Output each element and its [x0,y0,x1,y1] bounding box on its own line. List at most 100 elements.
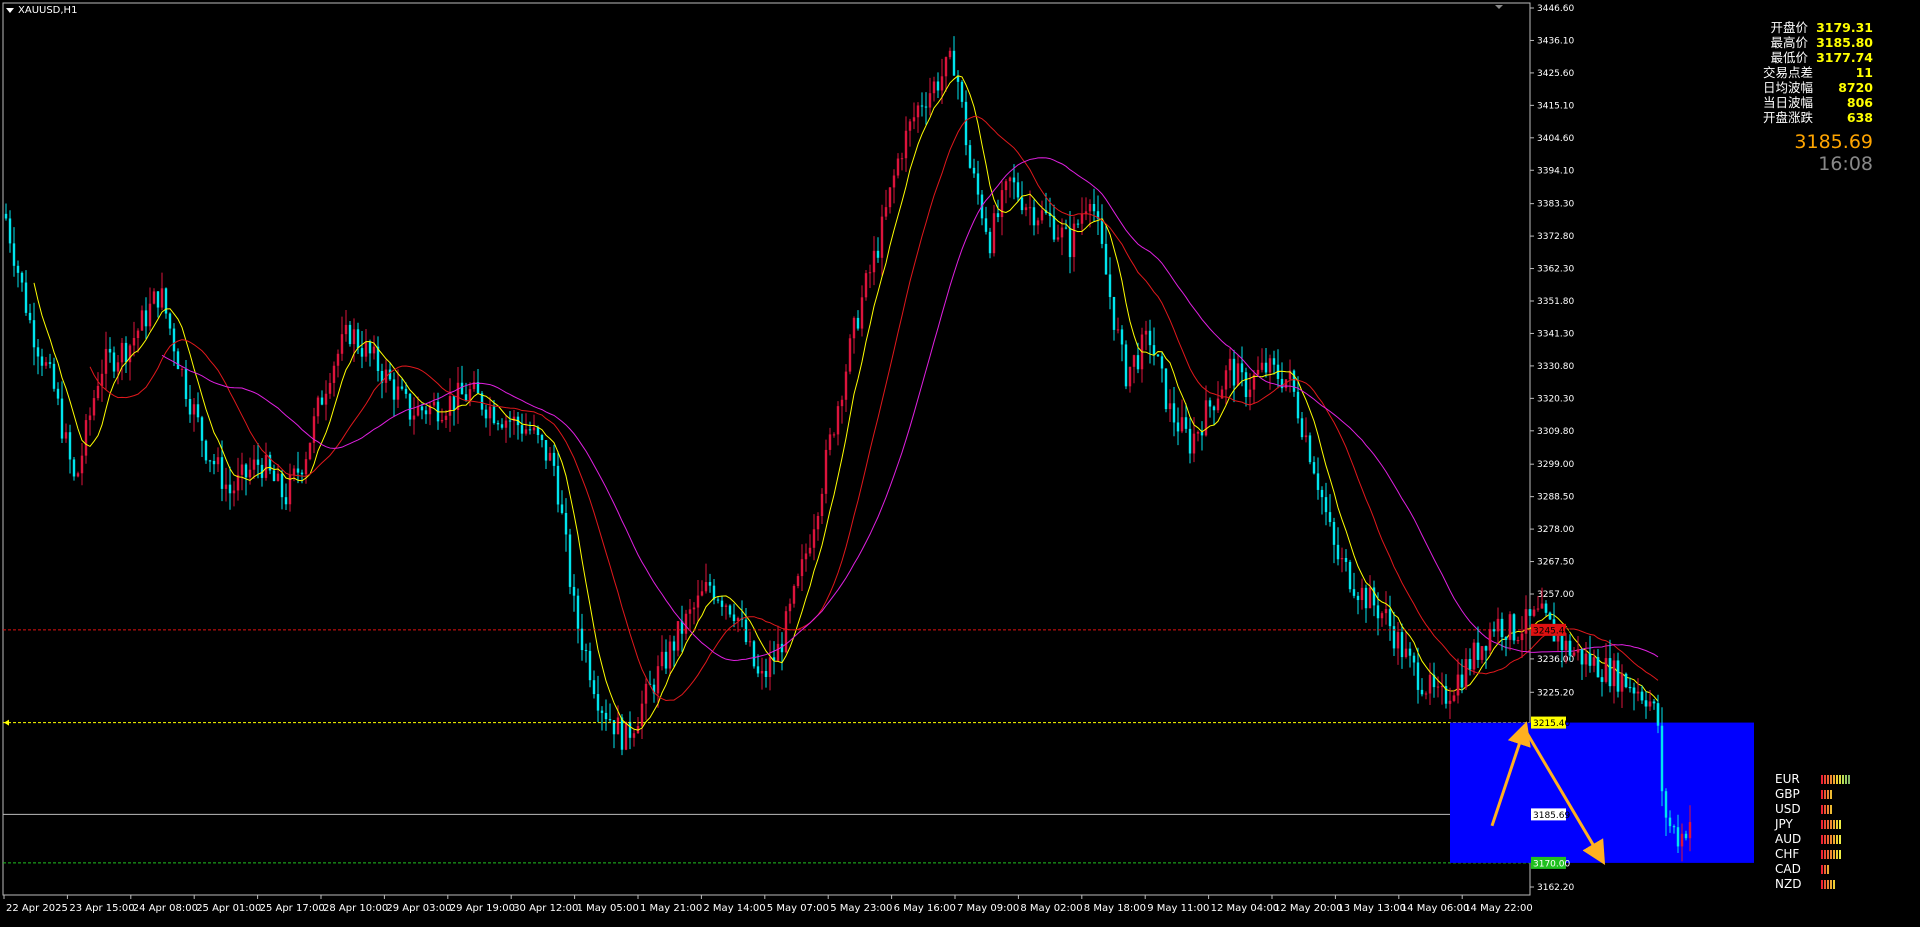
candle-body [668,641,672,669]
strength-bars [1821,880,1835,889]
candle-body [944,57,948,77]
candle-body [1460,674,1464,688]
candle-body [316,397,320,417]
candle-body [1672,826,1676,828]
x-axis-label: 6 May 16:00 [894,903,956,914]
candle-body [1076,223,1080,225]
candle-body [672,641,676,651]
candle-body [664,651,668,669]
candle-body [884,207,888,217]
candle-body [1148,330,1152,346]
candle-body [1280,378,1284,389]
y-axis-label: 3236.00 [1537,655,1574,665]
y-axis-label: 3362.30 [1537,265,1574,275]
candle-body [1272,358,1276,365]
x-axis-label: 5 May 07:00 [767,903,829,914]
candle-body [48,362,52,364]
y-axis-label: 3299.00 [1537,460,1574,470]
x-axis-label: 7 May 09:00 [957,903,1019,914]
candle-body [200,417,204,441]
candle-body [1000,190,1004,218]
candle-body [1232,358,1236,386]
candle-body [308,442,312,460]
candle-body [64,432,68,439]
candle-body [84,420,88,456]
candle-body [1384,609,1388,614]
candle-body [120,342,124,363]
candle-body [1356,595,1360,601]
candle-body [1412,655,1416,663]
candle-body [828,434,832,450]
candle-body [1568,640,1572,656]
candle-body [1504,637,1508,640]
candle-body [644,683,648,704]
strength-bars [1821,805,1832,814]
candle-body [528,429,532,431]
y-axis-label: 3267.50 [1537,558,1574,568]
strength-bars [1821,820,1841,829]
candle-body [1168,403,1172,410]
candle-body [992,213,996,254]
x-axis-label: 12 May 20:00 [1274,903,1343,914]
candle-body [912,117,916,122]
candle-body [12,243,16,266]
ma-mid-line [89,116,1659,701]
candle-body [24,282,28,313]
candle-body [1308,435,1312,463]
candle-body [996,213,1000,218]
candle-body [1292,370,1296,392]
x-axis-label: 14 May 06:00 [1401,903,1470,914]
candle-body [808,547,812,554]
candle-body [1616,660,1620,692]
candle-body [1312,462,1316,474]
candle-body [280,473,284,498]
candle-body [240,464,244,475]
x-axis-label: 8 May 18:00 [1084,903,1146,914]
candle-body [1004,181,1008,191]
candle-body [132,337,136,346]
candle-body [1512,614,1516,641]
candle-body [216,457,220,465]
strength-bars [1821,775,1850,784]
candle-body [520,425,524,434]
info-row: 当日波幅 806 [1762,95,1873,110]
candle-body [1104,243,1108,275]
candle-body [920,105,924,107]
candle-body [1180,417,1184,432]
candle-body [248,469,252,478]
candle-body [1684,833,1688,839]
candle-body [1244,372,1248,398]
candle-body [784,611,788,653]
candle-body [172,328,176,352]
dropdown-triangle-icon[interactable] [6,8,14,13]
candle-body [8,218,12,244]
candle-body [1596,657,1600,678]
candle-body [1344,557,1348,562]
y-axis-label: 3394.10 [1537,166,1574,176]
candle-body [872,250,876,273]
candle-body [1388,609,1392,627]
candle-body [60,398,64,439]
currency-strength-panel: EUR GBP USD JPY AUD CHF CAD NZD [1765,772,1850,892]
candle-body [1620,673,1624,692]
candle-body [780,643,784,653]
candle-body [488,406,492,419]
candle-body [140,310,144,331]
candle-body [1604,658,1608,682]
price-chart[interactable]: 3446.60 3436.10 3425.60 3415.10 3404.60 3394.… [0,0,1920,927]
candle-body [88,415,92,421]
x-axis-label: 25 Apr 01:00 [196,903,261,914]
candle-body [684,613,688,634]
candle-body [564,512,568,535]
candle-body [1212,406,1216,411]
candle-body [708,582,712,586]
candle-body [1124,344,1128,387]
candle-body [856,317,860,329]
candle-body [572,586,576,596]
candle-body [560,504,564,513]
candle-body [1492,629,1496,632]
candle-body [688,609,692,614]
candle-body [540,435,544,441]
candle-body [1164,368,1168,410]
candle-body [176,351,180,370]
